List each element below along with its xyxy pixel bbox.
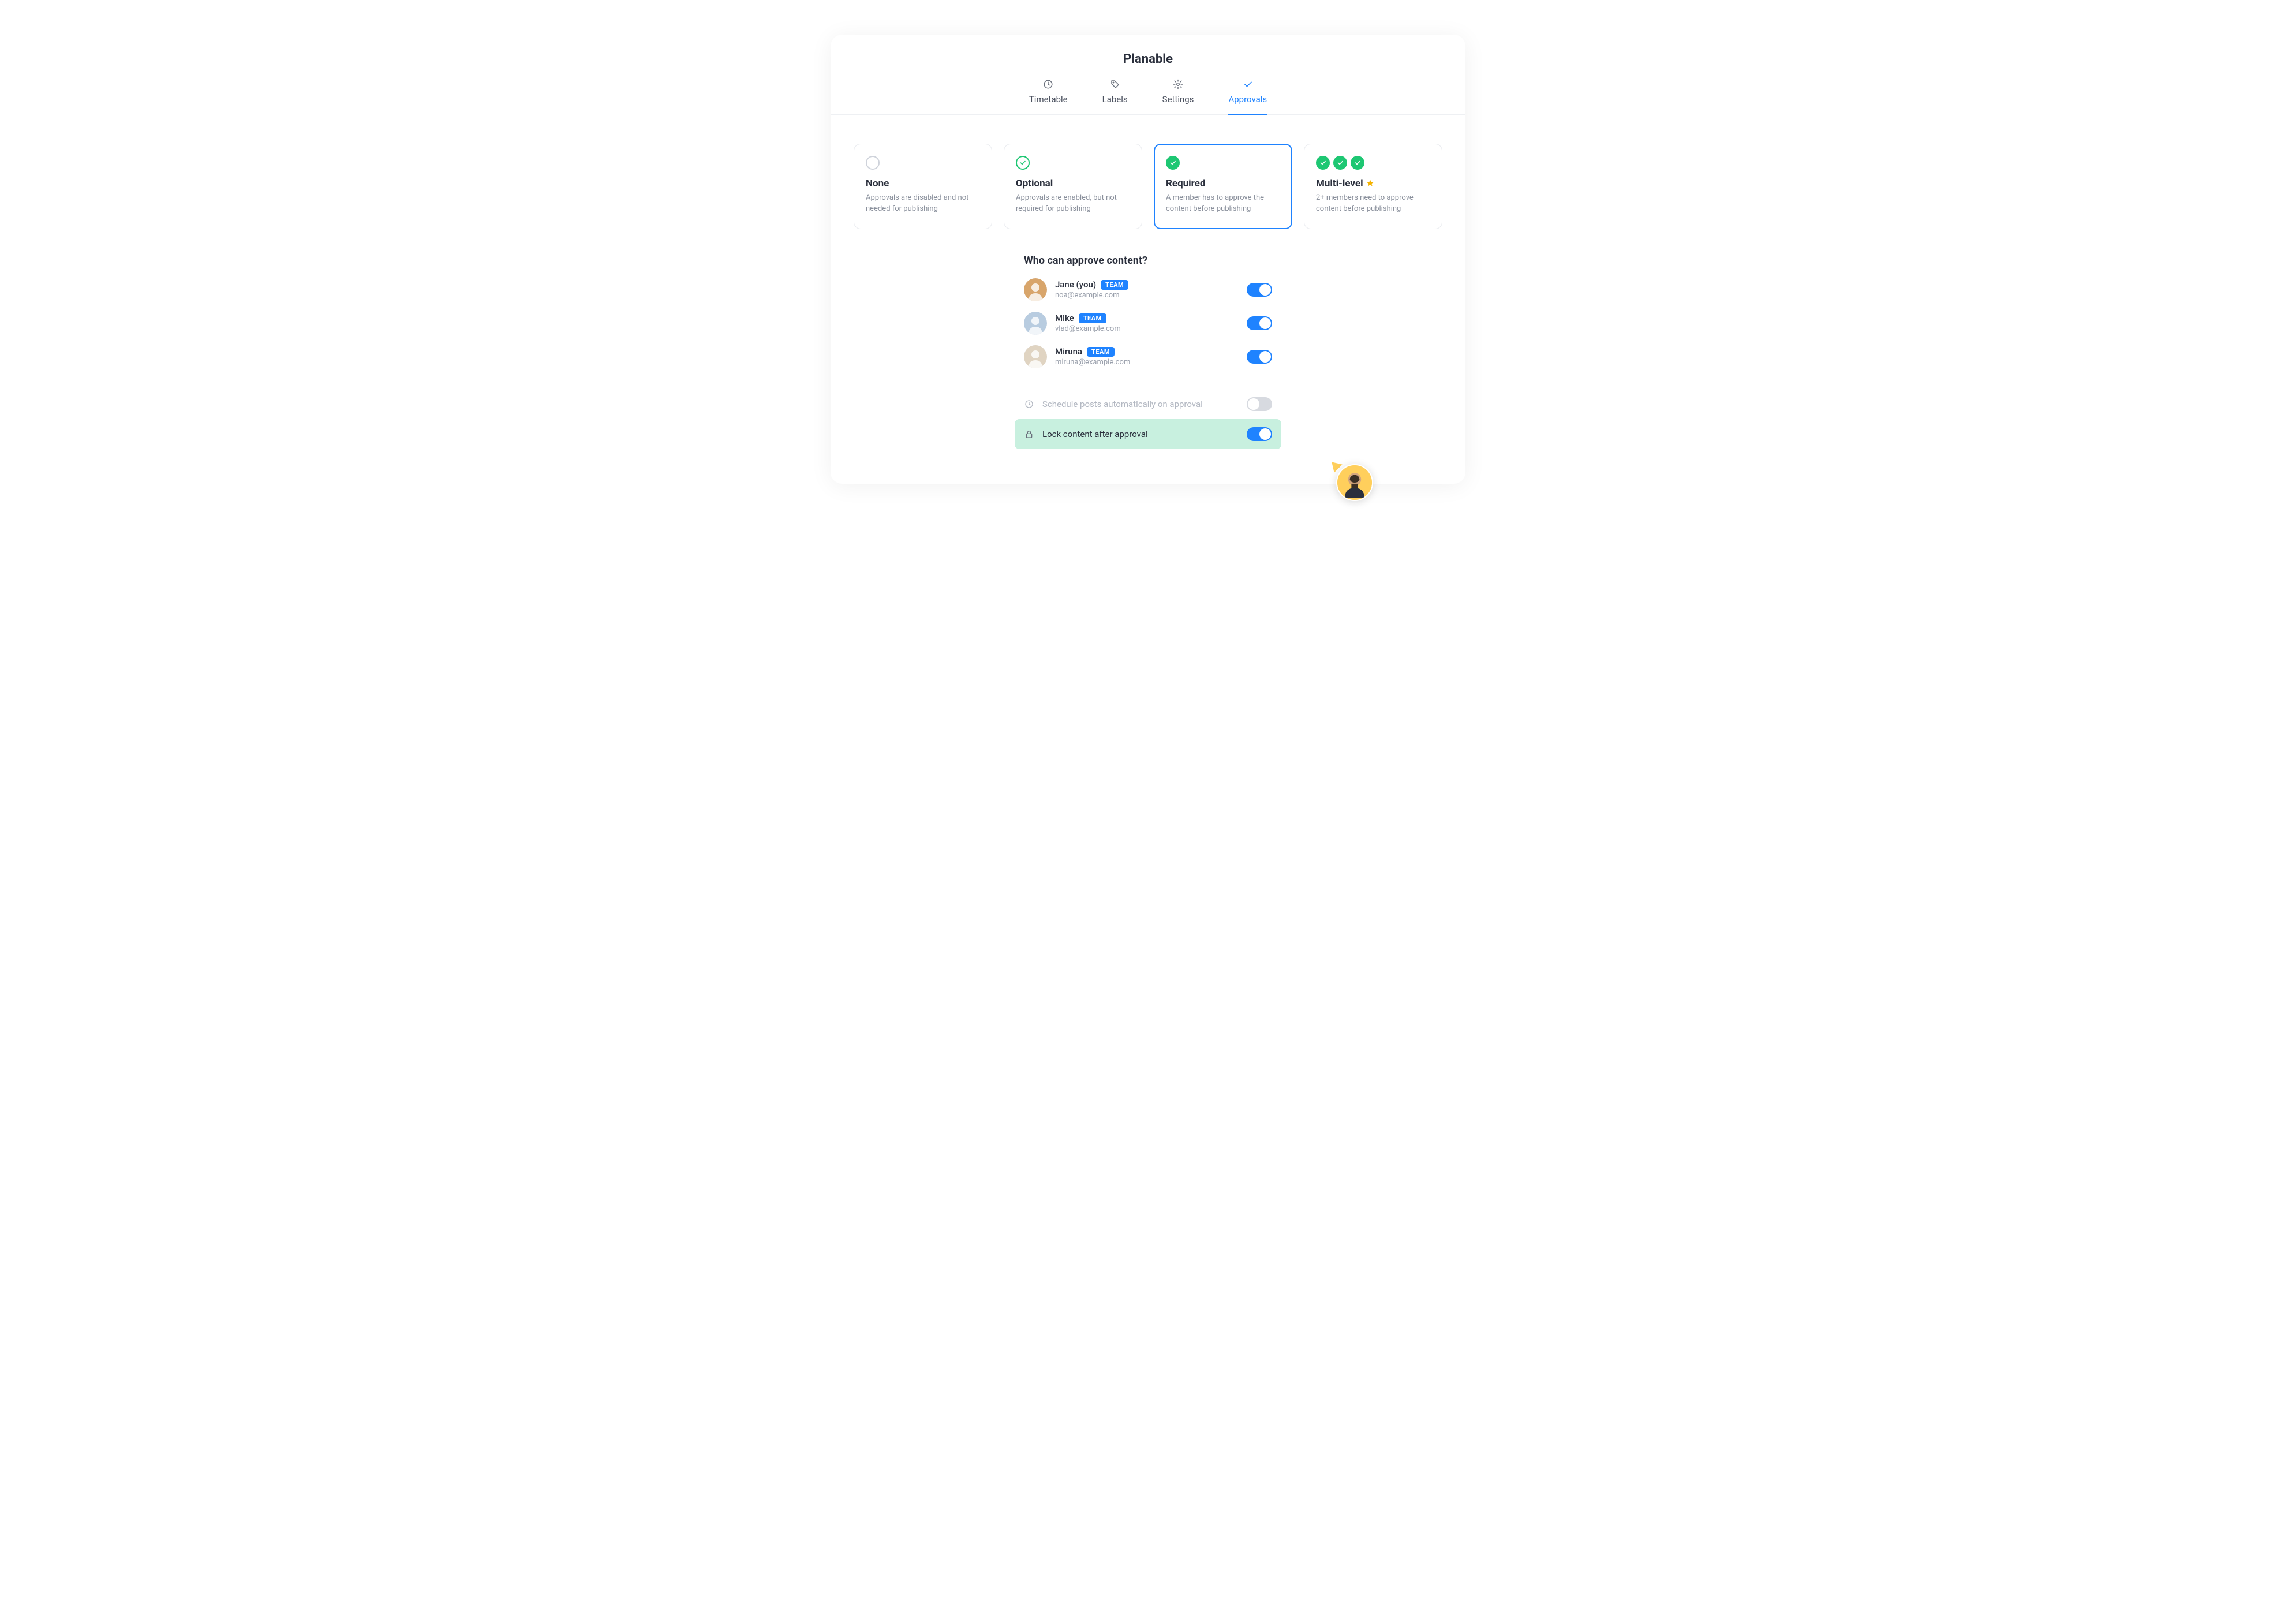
- member-name: Jane (you): [1055, 279, 1096, 290]
- member-email: miruna@example.com: [1055, 358, 1239, 367]
- member-toggle[interactable]: [1247, 350, 1272, 364]
- member-toggle[interactable]: [1247, 283, 1272, 297]
- member-email: vlad@example.com: [1055, 324, 1239, 333]
- option-row-lock_content: Lock content after approval: [1015, 419, 1281, 449]
- card-icon-row: [1016, 156, 1130, 170]
- tab-timetable[interactable]: Timetable: [1029, 79, 1068, 115]
- lock-icon: [1024, 429, 1034, 439]
- check-circle-fill-icon: [1166, 156, 1180, 170]
- member-name-row: Jane (you) TEAM: [1055, 279, 1239, 290]
- card-description: Approvals are enabled, but not required …: [1016, 193, 1130, 215]
- page-title: Planable: [831, 52, 1465, 66]
- clock-icon: [1024, 399, 1034, 409]
- clock-icon: [1043, 79, 1053, 89]
- team-badge: TEAM: [1101, 280, 1128, 290]
- card-title: Multi-level ★: [1316, 178, 1430, 189]
- tab-labels[interactable]: Labels: [1102, 79, 1128, 115]
- member-name: Mike: [1055, 313, 1074, 323]
- check-circle-fill-icon: [1333, 156, 1347, 170]
- option-row-auto_schedule: Schedule posts automatically on approval: [1015, 389, 1281, 419]
- option-label: Lock content after approval: [1042, 429, 1239, 439]
- member-row: Mike TEAM vlad@example.com: [1024, 312, 1272, 335]
- option-toggle[interactable]: [1247, 397, 1272, 411]
- card-icon-row: [866, 156, 980, 170]
- member-info: Mike TEAM vlad@example.com: [1055, 313, 1239, 333]
- member-name: Miruna: [1055, 346, 1082, 357]
- check-circle-fill-icon: [1316, 156, 1330, 170]
- card-title: Required: [1166, 178, 1280, 189]
- user-cursor-avatar: [1336, 464, 1373, 501]
- card-description: Approvals are disabled and not needed fo…: [866, 193, 980, 215]
- card-description: 2+ members need to approve content befor…: [1316, 193, 1430, 215]
- avatar: [1024, 345, 1047, 368]
- team-badge: TEAM: [1079, 313, 1106, 323]
- approval-mode-card-optional[interactable]: Optional Approvals are enabled, but not …: [1004, 144, 1142, 229]
- check-icon: [1243, 79, 1253, 89]
- approval-mode-card-required[interactable]: Required A member has to approve the con…: [1154, 144, 1292, 229]
- tab-label: Settings: [1162, 94, 1194, 104]
- member-email: noa@example.com: [1055, 291, 1239, 300]
- card-title: Optional: [1016, 178, 1130, 189]
- member-toggle[interactable]: [1247, 316, 1272, 330]
- settings-panel: Planable Timetable Labels Settings Appro…: [831, 35, 1465, 484]
- card-icon-row: [1166, 156, 1280, 170]
- tab-settings[interactable]: Settings: [1162, 79, 1194, 115]
- member-info: Jane (you) TEAM noa@example.com: [1055, 279, 1239, 300]
- star-icon: ★: [1367, 179, 1374, 188]
- member-name-row: Mike TEAM: [1055, 313, 1239, 323]
- option-label: Schedule posts automatically on approval: [1042, 399, 1239, 409]
- tab-label: Timetable: [1029, 94, 1068, 104]
- member-row: Jane (you) TEAM noa@example.com: [1024, 278, 1272, 301]
- avatar: [1024, 278, 1047, 301]
- gear-icon: [1173, 79, 1183, 89]
- avatar: [1024, 312, 1047, 335]
- member-info: Miruna TEAM miruna@example.com: [1055, 346, 1239, 367]
- card-title: None: [866, 178, 980, 189]
- option-toggle[interactable]: [1247, 427, 1272, 441]
- member-name-row: Miruna TEAM: [1055, 346, 1239, 357]
- approvers-heading: Who can approve content?: [1024, 255, 1272, 267]
- approval-mode-cards: None Approvals are disabled and not need…: [831, 115, 1465, 229]
- approval-mode-card-none[interactable]: None Approvals are disabled and not need…: [854, 144, 992, 229]
- approvers-section: Who can approve content? Jane (you) TEAM…: [1012, 255, 1284, 449]
- circle-empty-icon: [866, 156, 880, 170]
- team-badge: TEAM: [1087, 347, 1115, 357]
- tag-icon: [1110, 79, 1120, 89]
- tab-label: Labels: [1102, 94, 1128, 104]
- card-description: A member has to approve the content befo…: [1166, 193, 1280, 215]
- tab-approvals[interactable]: Approvals: [1228, 79, 1267, 115]
- tab-label: Approvals: [1228, 94, 1267, 104]
- member-row: Miruna TEAM miruna@example.com: [1024, 345, 1272, 368]
- approval-mode-card-multilevel[interactable]: Multi-level ★ 2+ members need to approve…: [1304, 144, 1442, 229]
- card-icon-row: [1316, 156, 1430, 170]
- check-circle-fill-icon: [1351, 156, 1364, 170]
- check-circle-outline-icon: [1016, 156, 1030, 170]
- tabs-bar: Timetable Labels Settings Approvals: [831, 79, 1465, 115]
